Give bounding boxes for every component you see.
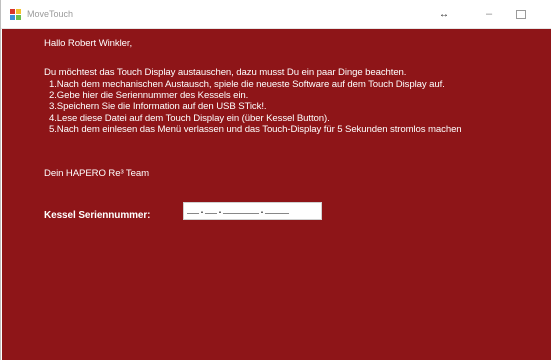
title-bar[interactable]: MoveTouch ↔ – xyxy=(1,0,551,29)
main-panel: Hallo Robert Winkler, Du möchtest das To… xyxy=(2,29,551,360)
instruction-steps: 1.Nach dem mechanischen Austausch, spiel… xyxy=(49,79,462,135)
step-1: 1.Nach dem mechanischen Austausch, spiel… xyxy=(49,79,445,90)
resize-icon[interactable]: ↔ xyxy=(429,0,459,28)
greeting-text: Hallo Robert Winkler, xyxy=(44,38,133,49)
app-icon xyxy=(10,8,21,20)
intro-text: Du möchtest das Touch Display austausche… xyxy=(44,67,407,78)
step-2: 2.Gebe hier die Seriennummer des Kessels… xyxy=(49,90,249,102)
movetouch-window: MoveTouch ↔ – Hallo Robert Winkler, Du m… xyxy=(0,0,551,360)
serial-number-input[interactable] xyxy=(183,202,322,220)
maximize-icon xyxy=(516,9,526,19)
maximize-button[interactable] xyxy=(506,0,536,28)
minimize-button[interactable]: – xyxy=(474,0,504,28)
close-button[interactable] xyxy=(538,0,551,28)
step-4: 4.Lese diese Datei auf dem Touch Display… xyxy=(49,112,330,124)
step-5: 5.Nach dem einlesen das Menü verlassen u… xyxy=(49,123,462,135)
signature-text: Dein HAPERO Re³ Team xyxy=(44,168,149,179)
step-3: 3.Speichern Sie die Information auf den … xyxy=(49,101,267,113)
serial-number-label: Kessel Seriennummer: xyxy=(44,210,151,221)
window-title: MoveTouch xyxy=(27,9,74,19)
